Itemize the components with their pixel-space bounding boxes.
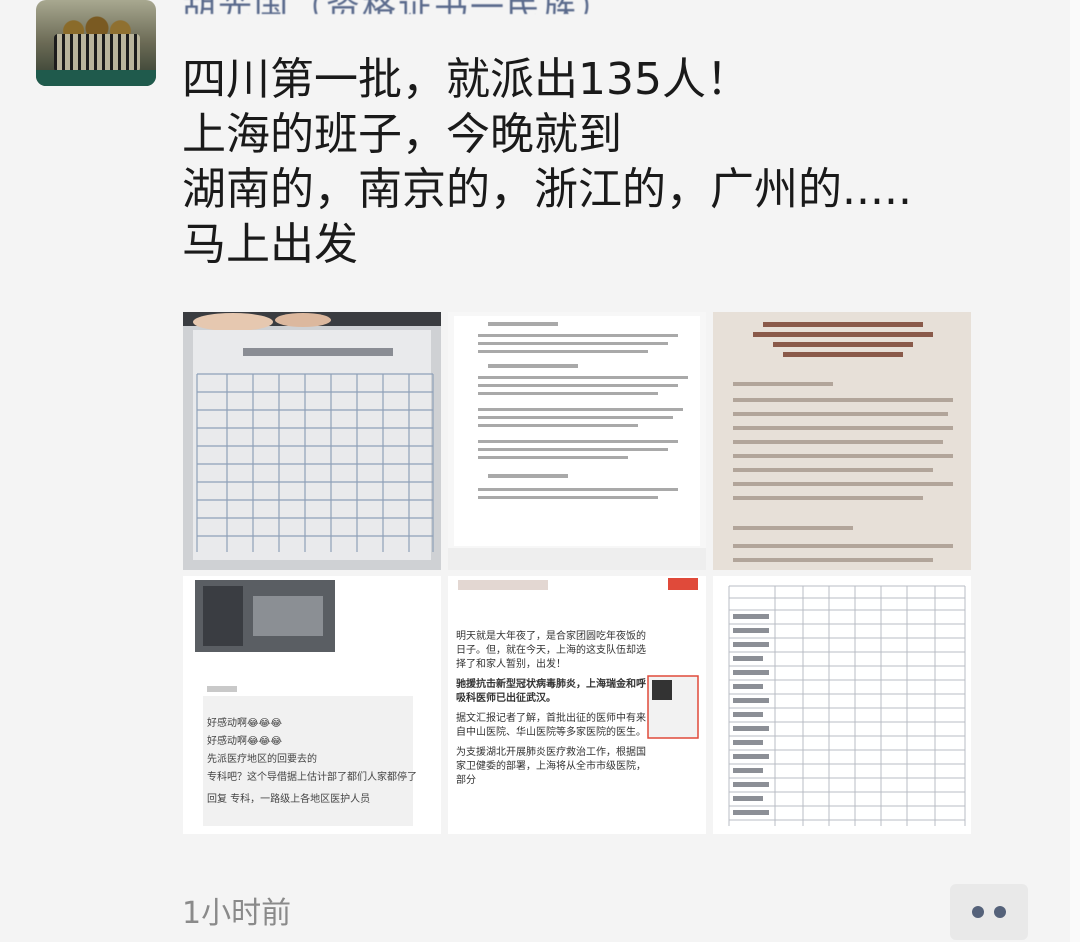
image-chat-screenshot[interactable]: 好感动啊😂😂😂 好感动啊😂😂😂 先派医疗地区的回要去的 专科吧？这个导借据上估计… <box>183 576 441 834</box>
chat-msg-4: 专科吧？这个导借据上估计部了都们人家都停了 <box>207 770 417 783</box>
image-staff-table[interactable] <box>713 576 971 834</box>
post-line-4: 马上出发 <box>182 219 358 270</box>
chat-msg-3: 先派医疗地区的回要去的 <box>207 752 317 765</box>
more-actions-button[interactable] <box>950 884 1028 940</box>
avatar-base <box>36 70 156 86</box>
author-name[interactable]: 胡光国（资格证书一民族） <box>182 0 822 14</box>
chat-msg-5: 回复 专科，一路级上各地区医护人员 <box>207 792 370 805</box>
post-line-2: 上海的班子，今晚就到 <box>182 109 622 160</box>
image-hunan-notice[interactable] <box>713 312 971 570</box>
avatar-basket <box>54 34 140 72</box>
post-timestamp: 1小时前 <box>182 896 292 931</box>
news-para-3: 据文汇报记者了解，首批出征的医师中有来自中山医院、华山医院等多家医院的医生。 <box>456 713 646 738</box>
chat-msg-2: 好感动啊😂😂😂 <box>207 734 282 747</box>
post-line-3: 湖南的，南京的，浙江的，广州的..... <box>182 164 912 215</box>
right-edge <box>1070 0 1080 942</box>
more-dots-icon <box>972 906 984 918</box>
news-para-4: 为支援湖北开展肺炎医疗救治工作，根据国家卫健委的部署，上海将从全市市级医院，部分 <box>456 747 646 786</box>
image-sichuan-table[interactable] <box>183 312 441 570</box>
news-para-2: 驰援抗击新型冠状病毒肺炎，上海瑞金和呼吸科医师已出征武汉。 <box>456 679 646 704</box>
post-text: 四川第一批，就派出135人！ 上海的班子，今晚就到 湖南的，南京的，浙江的，广州… <box>182 52 1042 272</box>
more-dots-icon-2 <box>994 906 1006 918</box>
post-line-1: 四川第一批，就派出135人！ <box>182 54 750 105</box>
image-notice-document[interactable] <box>448 312 706 570</box>
chat-msg-1: 好感动啊😂😂😂 <box>207 716 282 729</box>
news-para-1: 明天就是大年夜了，是合家团圆吃年夜饭的日子。但，就在今天，上海的这支队伍却选择了… <box>456 631 646 670</box>
image-news-article[interactable]: 明天就是大年夜了，是合家团圆吃年夜饭的日子。但，就在今天，上海的这支队伍却选择了… <box>448 576 706 834</box>
author-avatar[interactable] <box>36 0 156 86</box>
